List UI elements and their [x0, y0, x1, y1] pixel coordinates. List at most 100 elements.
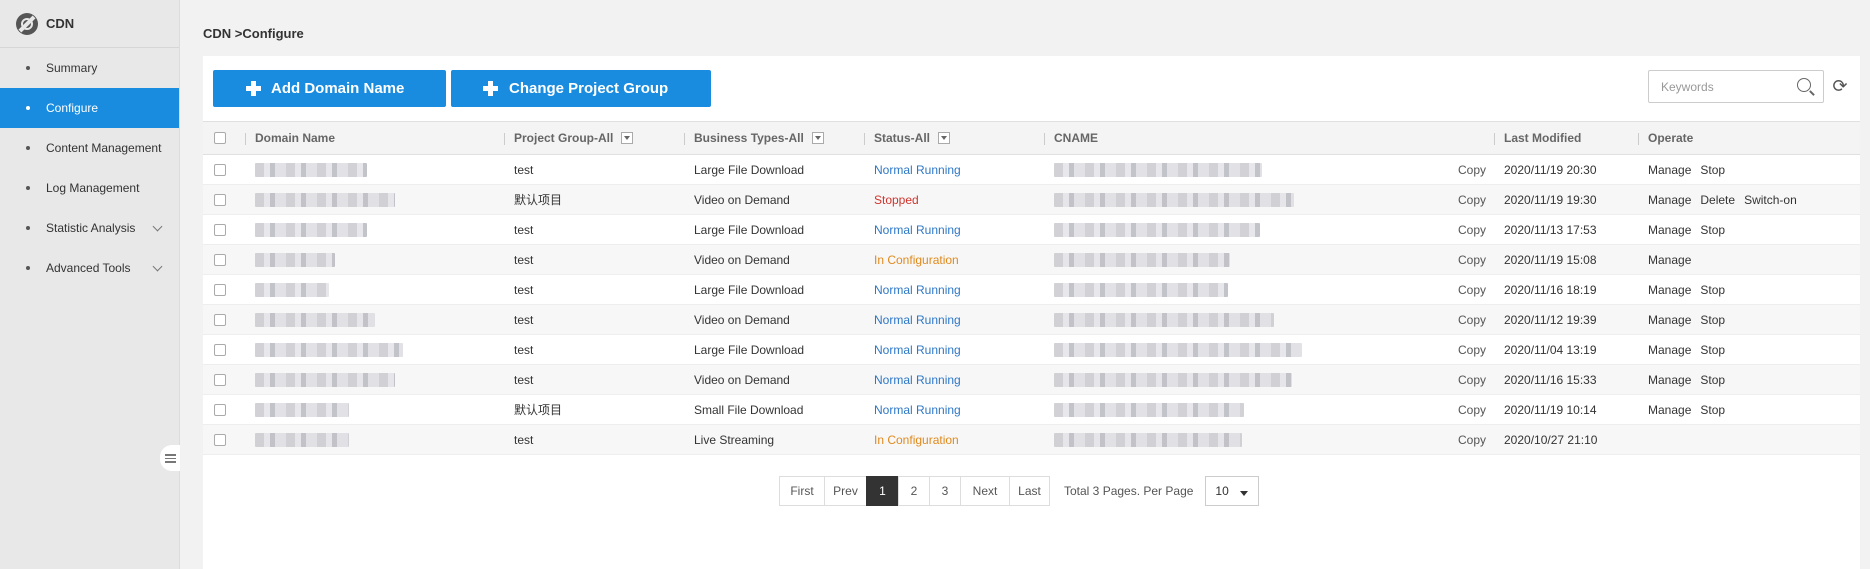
last-modified-cell: 2020/11/19 10:14	[1504, 402, 1597, 417]
manage-link[interactable]: Manage	[1648, 343, 1691, 357]
stop-link[interactable]: Stop	[1700, 313, 1725, 327]
filter-dropdown-icon[interactable]	[621, 132, 634, 144]
row-checkbox[interactable]	[214, 163, 226, 176]
row-checkbox[interactable]	[214, 433, 226, 446]
manage-link[interactable]: Manage	[1648, 193, 1691, 207]
header-status[interactable]: Status-All	[874, 122, 951, 154]
menu-collapse-icon	[164, 453, 176, 463]
project-group-cell: test	[514, 252, 534, 267]
copy-cname-button[interactable]: Copy	[1458, 215, 1486, 244]
table-header: Domain Name Project Group-All Business T…	[203, 121, 1860, 155]
page-button-1[interactable]: 1	[866, 476, 899, 506]
redacted-cname	[1054, 342, 1302, 357]
manage-link[interactable]: Manage	[1648, 283, 1691, 297]
operate-cell: Manage Stop	[1648, 335, 1734, 364]
search-input[interactable]	[1649, 71, 1789, 102]
cname-cell	[1054, 305, 1274, 334]
last-modified-cell: 2020/11/19 20:30	[1504, 162, 1597, 177]
first-page-button[interactable]: First	[779, 476, 825, 506]
status-cell: In Configuration	[874, 252, 959, 267]
table-row: 默认项目 Video on Demand Stopped Copy 2020/11/19…	[203, 185, 1860, 215]
select-all-checkbox[interactable]	[214, 132, 226, 144]
page-button-3[interactable]: 3	[929, 476, 961, 506]
delete-link[interactable]: Delete	[1700, 193, 1735, 207]
project-group-cell: test	[514, 312, 534, 327]
cname-cell	[1054, 335, 1302, 364]
manage-link[interactable]: Manage	[1648, 163, 1691, 177]
redacted-domain-name	[255, 252, 335, 267]
business-type-cell: Video on Demand	[694, 192, 790, 207]
copy-cname-button[interactable]: Copy	[1458, 305, 1486, 334]
sidebar-item-configure[interactable]: Configure	[0, 88, 179, 128]
switch-on-link[interactable]: Switch-on	[1744, 193, 1797, 207]
manage-link[interactable]: Manage	[1648, 373, 1691, 387]
sidebar-item-summary[interactable]: Summary	[0, 48, 179, 88]
sidebar-item-content-management[interactable]: Content Management	[0, 128, 179, 168]
manage-link[interactable]: Manage	[1648, 403, 1691, 417]
business-type-cell: Large File Download	[694, 282, 805, 297]
row-checkbox[interactable]	[214, 193, 226, 206]
table-row: 默认项目 Small File Download Normal Running Cop…	[203, 395, 1860, 425]
sidebar-collapse-toggle[interactable]	[160, 445, 180, 471]
cdn-logo-icon	[16, 12, 38, 35]
redacted-domain-name	[255, 432, 349, 447]
row-checkbox[interactable]	[214, 313, 226, 326]
redacted-domain-name	[255, 372, 395, 387]
filter-dropdown-icon[interactable]	[811, 132, 824, 144]
copy-cname-button[interactable]: Copy	[1458, 425, 1486, 454]
project-group-cell: 默认项目	[514, 193, 563, 207]
row-checkbox[interactable]	[214, 343, 226, 356]
header-business-types[interactable]: Business Types-All	[694, 122, 824, 154]
select-all-cell	[214, 122, 226, 154]
sidebar-item-log-management[interactable]: Log Management	[0, 168, 179, 208]
prev-page-button[interactable]: Prev	[824, 476, 867, 506]
header-project-group[interactable]: Project Group-All	[514, 122, 634, 154]
stop-link[interactable]: Stop	[1700, 163, 1725, 177]
stop-link[interactable]: Stop	[1700, 373, 1725, 387]
sidebar-item-statistic-analysis[interactable]: Statistic Analysis	[0, 208, 179, 248]
row-checkbox[interactable]	[214, 403, 226, 416]
redacted-domain-name	[255, 192, 395, 207]
stop-link[interactable]: Stop	[1700, 403, 1725, 417]
copy-cname-button[interactable]: Copy	[1458, 395, 1486, 424]
page-button-2[interactable]: 2	[898, 476, 930, 506]
stop-link[interactable]: Stop	[1700, 223, 1725, 237]
last-modified-cell: 2020/11/16 15:33	[1504, 372, 1597, 387]
project-group-cell: test	[514, 372, 534, 387]
row-checkbox[interactable]	[214, 223, 226, 236]
change-project-group-button[interactable]: Change Project Group	[451, 70, 711, 107]
row-checkbox[interactable]	[214, 373, 226, 386]
sidebar-item-advanced-tools[interactable]: Advanced Tools	[0, 248, 179, 288]
stop-link[interactable]: Stop	[1700, 283, 1725, 297]
copy-cname-button[interactable]: Copy	[1458, 335, 1486, 364]
redacted-cname	[1054, 402, 1244, 417]
copy-cname-button[interactable]: Copy	[1458, 185, 1486, 214]
main-panel: Add Domain Name Change Project Group ⟳ D…	[203, 56, 1860, 569]
row-checkbox[interactable]	[214, 253, 226, 266]
manage-link[interactable]: Manage	[1648, 223, 1691, 237]
last-page-button[interactable]: Last	[1009, 476, 1050, 506]
next-page-button[interactable]: Next	[960, 476, 1010, 506]
copy-cname-button[interactable]: Copy	[1458, 275, 1486, 304]
bullet-icon	[26, 226, 30, 230]
copy-cname-button[interactable]: Copy	[1458, 155, 1486, 184]
redacted-cname	[1054, 312, 1274, 327]
manage-link[interactable]: Manage	[1648, 253, 1691, 267]
change-project-group-label: Change Project Group	[509, 80, 669, 97]
sidebar-item-label: Advanced Tools	[46, 261, 131, 275]
page-size-select[interactable]: 10	[1205, 476, 1260, 506]
refresh-icon[interactable]: ⟳	[1830, 76, 1850, 96]
copy-cname-button[interactable]: Copy	[1458, 365, 1486, 394]
stop-link[interactable]: Stop	[1700, 343, 1725, 357]
redacted-cname	[1054, 282, 1228, 297]
row-checkbox[interactable]	[214, 283, 226, 296]
copy-cname-button[interactable]: Copy	[1458, 245, 1486, 274]
search-icon[interactable]	[1797, 78, 1815, 96]
manage-link[interactable]: Manage	[1648, 313, 1691, 327]
add-domain-button[interactable]: Add Domain Name	[213, 70, 446, 107]
business-type-cell: Large File Download	[694, 342, 805, 357]
filter-dropdown-icon[interactable]	[938, 132, 951, 144]
domain-name-cell	[255, 185, 395, 214]
project-group-cell: test	[514, 342, 534, 357]
last-modified-cell: 2020/11/13 17:53	[1504, 222, 1597, 237]
